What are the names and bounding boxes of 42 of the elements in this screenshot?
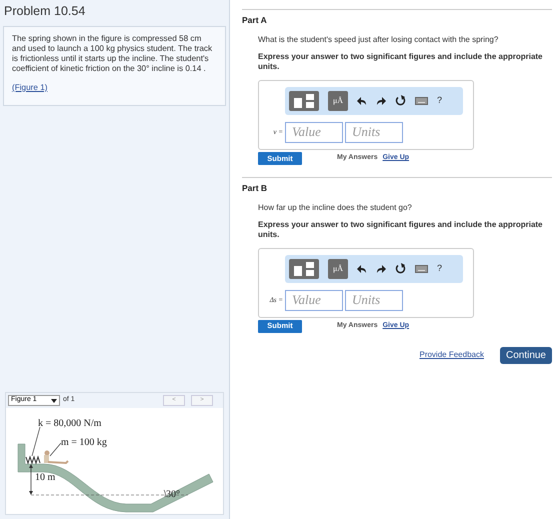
part-title: Part B	[242, 182, 268, 194]
height-dimension-arrow	[29, 464, 33, 495]
units-field[interactable]: Units	[345, 290, 403, 310]
value-field[interactable]: Value	[285, 290, 343, 310]
spring-drawing	[26, 455, 40, 465]
undo-icon	[357, 96, 367, 106]
problem-text: The spring shown in the figure is compressed 58 cm and used to launch a 100 kg physics student. The track is frictionless until it starts up the incline. The student's coefficient of kinetic friction on the 30° incline is 0.14 .	[12, 34, 214, 74]
mass-label: m = 100 kg	[61, 436, 107, 450]
feedback-link[interactable]: Provide Feedback	[419, 349, 484, 361]
question-text: How far up the incline does the student go?	[258, 202, 413, 214]
question-text: What is the student's speed just after losing contact with the spring?	[258, 34, 500, 46]
student-figure	[44, 450, 69, 464]
angle-label: 30°	[166, 488, 180, 502]
undo-icon	[357, 264, 367, 274]
redo-icon	[376, 264, 386, 274]
redo-icon	[376, 96, 386, 106]
height-label: 10 m	[35, 471, 56, 485]
template-button[interactable]	[289, 258, 319, 278]
units-field[interactable]: Units	[345, 122, 403, 143]
leader-line	[50, 442, 62, 456]
problem-title: Problem 10.54	[3, 3, 86, 20]
keyboard-icon	[415, 264, 428, 272]
instruction-text: Express your answer to two significant figures and include the appropriate units.	[258, 220, 544, 240]
units-button[interactable]: μÅ	[328, 258, 348, 278]
help-button[interactable]: ?	[437, 94, 442, 108]
angle-arc	[164, 490, 166, 498]
instruction-text: Express your answer to two significant figures and include the appropriate units.	[258, 52, 544, 72]
keyboard-icon	[415, 96, 428, 105]
reset-icon	[395, 95, 406, 106]
spring-constant-label: k = 80,000 N/m	[38, 417, 102, 431]
part-title: Part A	[242, 14, 268, 27]
dropdown-arrow-icon	[51, 398, 57, 402]
units-button[interactable]: μÅ	[328, 90, 348, 111]
value-field[interactable]: Value	[285, 122, 343, 143]
template-icon	[293, 94, 315, 108]
leader-line	[32, 426, 40, 456]
help-button[interactable]: ?	[437, 262, 442, 276]
reset-icon	[395, 263, 406, 274]
figure-link[interactable]: (Figure 1)	[12, 82, 48, 93]
continue-button[interactable]: Continue	[500, 346, 552, 364]
template-icon	[293, 262, 315, 276]
template-button[interactable]	[289, 90, 319, 111]
